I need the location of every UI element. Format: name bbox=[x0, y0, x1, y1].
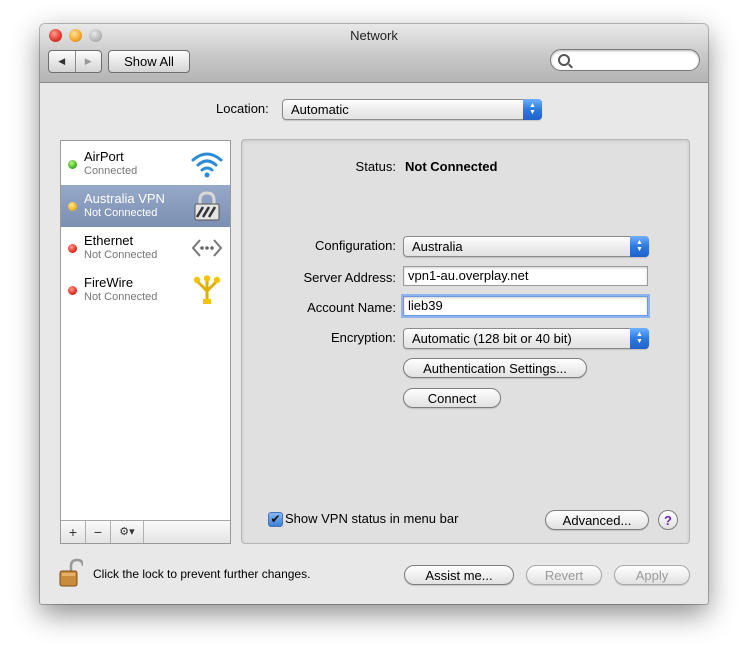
advanced-button[interactable]: Advanced... bbox=[545, 510, 649, 530]
connect-button[interactable]: Connect bbox=[403, 388, 501, 408]
configuration-value: Australia bbox=[412, 239, 463, 254]
location-label: Location: bbox=[216, 101, 269, 116]
account-name-label: Account Name: bbox=[307, 300, 396, 315]
show-vpn-status-checkbox[interactable]: ✔ bbox=[268, 512, 283, 527]
server-address-field[interactable]: vpn1-au.overplay.net bbox=[403, 266, 648, 286]
service-status: Not Connected bbox=[84, 291, 158, 303]
help-button[interactable]: ? bbox=[658, 510, 678, 530]
lock-icon[interactable] bbox=[59, 558, 83, 588]
title-bar: Network ◀ ▶ Show All bbox=[40, 24, 708, 83]
configuration-label: Configuration: bbox=[315, 238, 396, 253]
status-dot-icon bbox=[68, 286, 77, 295]
wifi-icon bbox=[191, 152, 223, 178]
apply-button[interactable]: Apply bbox=[614, 565, 690, 585]
popup-arrows-icon: ▲ ▼ bbox=[630, 236, 649, 257]
service-name: AirPort bbox=[84, 149, 124, 164]
account-name-field[interactable]: lieb39 bbox=[403, 296, 648, 316]
window-title: Network bbox=[350, 28, 398, 43]
search-icon bbox=[558, 54, 570, 66]
encryption-popup[interactable]: Automatic (128 bit or 40 bit) ▲ ▼ bbox=[403, 328, 649, 349]
location-value: Automatic bbox=[291, 102, 349, 117]
encryption-value: Automatic (128 bit or 40 bit) bbox=[412, 331, 572, 346]
service-item-ethernet[interactable]: Ethernet Not Connected bbox=[61, 227, 230, 269]
lock-message: Click the lock to prevent further change… bbox=[93, 567, 311, 581]
assist-me-button[interactable]: Assist me... bbox=[404, 565, 514, 585]
remove-service-button[interactable]: − bbox=[86, 521, 111, 543]
authentication-settings-button[interactable]: Authentication Settings... bbox=[403, 358, 587, 378]
service-status: Not Connected bbox=[84, 249, 158, 261]
service-name: FireWire bbox=[84, 275, 134, 290]
location-popup[interactable]: Automatic ▲ ▼ bbox=[282, 99, 542, 120]
search-field[interactable] bbox=[550, 49, 700, 71]
popup-arrows-icon: ▲ ▼ bbox=[630, 328, 649, 349]
vpn-lock-icon bbox=[194, 191, 220, 221]
popup-arrows-icon: ▲ ▼ bbox=[523, 99, 542, 120]
revert-button[interactable]: Revert bbox=[526, 565, 602, 585]
encryption-label: Encryption: bbox=[330, 330, 396, 345]
gear-menu-button[interactable]: ⚙▾ bbox=[111, 521, 144, 543]
back-button[interactable]: ◀ bbox=[49, 51, 76, 72]
show-all-button[interactable]: Show All bbox=[108, 50, 190, 73]
service-list-toolbar: + − ⚙▾ bbox=[61, 520, 230, 543]
service-name: Australia VPN bbox=[84, 191, 165, 206]
show-vpn-status-label: Show VPN status in menu bar bbox=[285, 511, 459, 526]
forward-button[interactable]: ▶ bbox=[76, 51, 102, 72]
service-name: Ethernet bbox=[84, 233, 134, 248]
status-value: Not Connected bbox=[405, 159, 498, 174]
add-service-button[interactable]: + bbox=[61, 521, 86, 543]
status-dot-icon bbox=[68, 202, 77, 211]
service-item-firewire[interactable]: FireWire Not Connected bbox=[61, 269, 230, 311]
status-label: Status: bbox=[355, 159, 396, 174]
service-status: Not Connected bbox=[84, 207, 158, 219]
service-list: AirPort Connected Australia VPN Not Conn… bbox=[60, 140, 231, 544]
vpn-detail-panel: Status: Not Connected Configuration: Aus… bbox=[241, 139, 690, 544]
navigation-buttons: ◀ ▶ bbox=[48, 50, 102, 73]
status-dot-icon bbox=[68, 244, 77, 253]
service-status: Connected bbox=[84, 165, 138, 177]
firewire-icon bbox=[193, 275, 221, 304]
status-dot-icon bbox=[68, 160, 77, 169]
network-preferences-window: Network ◀ ▶ Show All Location: Automatic… bbox=[40, 24, 708, 604]
configuration-popup[interactable]: Australia ▲ ▼ bbox=[403, 236, 649, 257]
ethernet-icon bbox=[191, 239, 223, 257]
service-item-airport[interactable]: AirPort Connected bbox=[61, 143, 230, 185]
service-item-australia-vpn[interactable]: Australia VPN Not Connected bbox=[61, 185, 230, 227]
server-address-label: Server Address: bbox=[303, 270, 397, 285]
